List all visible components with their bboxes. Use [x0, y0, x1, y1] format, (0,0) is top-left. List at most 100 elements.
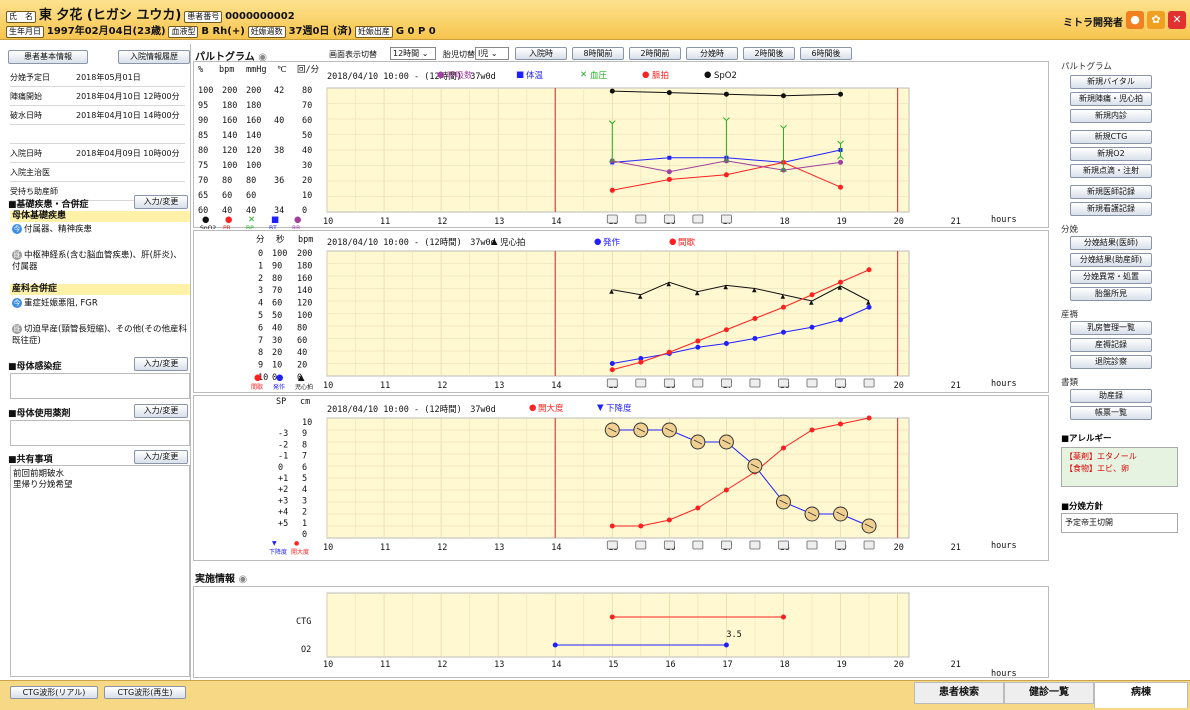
- interval-point: [638, 359, 644, 365]
- policy-title: ■分娩方針: [1061, 502, 1104, 512]
- o2-start-point: [552, 642, 558, 648]
- jump-button[interactable]: 2時間後: [743, 47, 795, 60]
- action-button[interactable]: 新規CTG: [1070, 130, 1152, 144]
- axis-unit: cm: [300, 397, 310, 407]
- fetal-select[interactable]: Ⅰ児 ⌄: [475, 47, 509, 60]
- y-tick-label: 9: [302, 429, 307, 439]
- patient-no-tag: 患者番号: [184, 10, 223, 23]
- action-button[interactable]: 新規陣痛・児心拍: [1070, 92, 1152, 106]
- jump-button[interactable]: 入院時: [515, 47, 567, 60]
- legend-label: 発作: [273, 383, 285, 391]
- x-tick-label: 14: [551, 660, 561, 670]
- y-tick-label: 120: [246, 146, 261, 156]
- x-tick-label: 12: [437, 381, 447, 391]
- infection-edit-button[interactable]: 入力/変更: [134, 357, 188, 371]
- action-button[interactable]: 帳票一覧: [1070, 406, 1152, 420]
- tab-patient-search[interactable]: 患者検索: [914, 682, 1004, 704]
- action-button[interactable]: 分娩結果(医師): [1070, 236, 1152, 250]
- action-button[interactable]: 新規看護記録: [1070, 202, 1152, 216]
- right-panel: パルトグラム 新規バイタル 新規陣痛・児心拍 新規内診 新規CTG 新規O2 新規点滴・注…: [1055, 44, 1190, 680]
- y-tick-label: 0: [258, 249, 263, 259]
- legend-marker: ●: [294, 215, 301, 225]
- dilation-point: [866, 415, 872, 421]
- x-tick-label: 20: [894, 543, 904, 553]
- ctg-end-point: [780, 614, 786, 620]
- action-button[interactable]: 産褥記録: [1070, 338, 1152, 352]
- memo-icon: [692, 540, 704, 550]
- patient-basic-info-button[interactable]: 患者基本情報: [8, 50, 88, 64]
- collapse-icon[interactable]: ◉: [238, 574, 247, 585]
- info-row: 分娩予定日 2018年05月01日: [10, 69, 185, 87]
- memo-icon: [749, 540, 761, 550]
- action-button[interactable]: 退院診察: [1070, 355, 1152, 369]
- x-axis-unit: hours: [991, 669, 1017, 679]
- jump-button[interactable]: 2時間前: [629, 47, 681, 60]
- allergy-box: 【薬剤】エタノール 【食物】エビ、卵: [1061, 447, 1178, 487]
- action-button[interactable]: 乳房管理一覧: [1070, 321, 1152, 335]
- range-select[interactable]: 12時間 ⌄: [390, 47, 436, 60]
- y-tick-label: 7: [302, 452, 307, 462]
- shared-section-title: ■共有事項: [8, 455, 53, 465]
- pulse-point: [609, 187, 615, 193]
- fhr-point: ▲: [638, 293, 643, 300]
- x-tick-label: 13: [494, 217, 504, 227]
- plot-area: [326, 592, 910, 658]
- exit-icon[interactable]: ✕: [1168, 11, 1186, 29]
- home-icon[interactable]: ●: [1126, 11, 1144, 29]
- action-button[interactable]: 分娩異常・処置: [1070, 270, 1152, 284]
- legend-marker: ●: [254, 373, 261, 383]
- ctg-playback-button[interactable]: CTG波形(再生): [104, 686, 186, 699]
- y-tick-label: 40: [302, 146, 312, 156]
- disease-edit-button[interactable]: 入力/変更: [134, 195, 188, 209]
- legend-marker: ●: [642, 70, 649, 80]
- jisshi-chart: 10 11 12 13 14 15 16 17 18 19 20 21 hours CTG O2 3.5: [296, 592, 1017, 679]
- parity-tag: 妊娠出産: [354, 25, 393, 38]
- tab-ward[interactable]: 病棟: [1094, 682, 1188, 708]
- spo2-point: [838, 91, 844, 97]
- fhr-point: ▲: [780, 293, 785, 300]
- action-button[interactable]: 新規点滴・注射: [1070, 164, 1152, 178]
- memo-icon: [635, 540, 647, 550]
- y-tick-label: 20: [302, 176, 312, 186]
- memo-icon: [663, 214, 675, 224]
- y-tick-label: 120: [222, 146, 237, 156]
- jump-button[interactable]: 分娩時: [686, 47, 738, 60]
- y-tick-label: 65: [198, 191, 208, 201]
- gear-icon[interactable]: ✿: [1147, 11, 1165, 29]
- legend-marker: ●: [594, 237, 601, 247]
- jump-button[interactable]: 8時間前: [572, 47, 624, 60]
- drug-edit-button[interactable]: 入力/変更: [134, 404, 188, 418]
- action-button[interactable]: 分娩結果(助産師): [1070, 253, 1152, 267]
- legend-label: 開大度: [291, 548, 309, 556]
- partogram-area: パルトグラム ◉ 画面表示切替 12時間 ⌄ 胎児切替 Ⅰ児 ⌄ 入院時 8時間前…: [193, 44, 1050, 680]
- action-button[interactable]: 胎盤所見: [1070, 287, 1152, 301]
- y-tick-label: 5: [302, 474, 307, 484]
- action-button[interactable]: 助産録: [1070, 389, 1152, 403]
- y-tick-label: 6: [258, 323, 263, 333]
- action-button[interactable]: 新規O2: [1070, 147, 1152, 161]
- x-tick-label: 20: [894, 660, 904, 670]
- legend-label: SpO2: [200, 225, 216, 229]
- legend-label: 脈拍: [652, 70, 669, 81]
- action-button[interactable]: 新規バイタル: [1070, 75, 1152, 89]
- shared-edit-button[interactable]: 入力/変更: [134, 450, 188, 464]
- y-tick-label: +3: [278, 496, 288, 506]
- x-tick-label: 20: [894, 217, 904, 227]
- admission-history-button[interactable]: 入院情報履歴: [118, 50, 190, 64]
- memo-icon: [835, 540, 846, 550]
- jump-button[interactable]: 6時間後: [800, 47, 852, 60]
- action-button[interactable]: 新規医師記録: [1070, 185, 1152, 199]
- allergy-title: ■アレルギー: [1061, 434, 1112, 444]
- legend-label: 児心拍: [500, 237, 526, 248]
- ctg-realtime-button[interactable]: CTG波形(リアル): [10, 686, 98, 699]
- info-value: 2018年04月10日 14時00分: [76, 111, 180, 120]
- x-tick-label: 10: [323, 543, 333, 553]
- info-row: 入院主治医: [10, 164, 185, 182]
- action-button[interactable]: 新規内診: [1070, 109, 1152, 123]
- current-icon: 今: [12, 224, 22, 234]
- o2-value: 3.5: [726, 630, 741, 640]
- interval-point: [838, 279, 844, 285]
- contraction-point: [609, 361, 615, 366]
- user-name: ミトラ開発者: [1063, 18, 1123, 29]
- tab-checkup-list[interactable]: 健診一覧: [1004, 682, 1094, 704]
